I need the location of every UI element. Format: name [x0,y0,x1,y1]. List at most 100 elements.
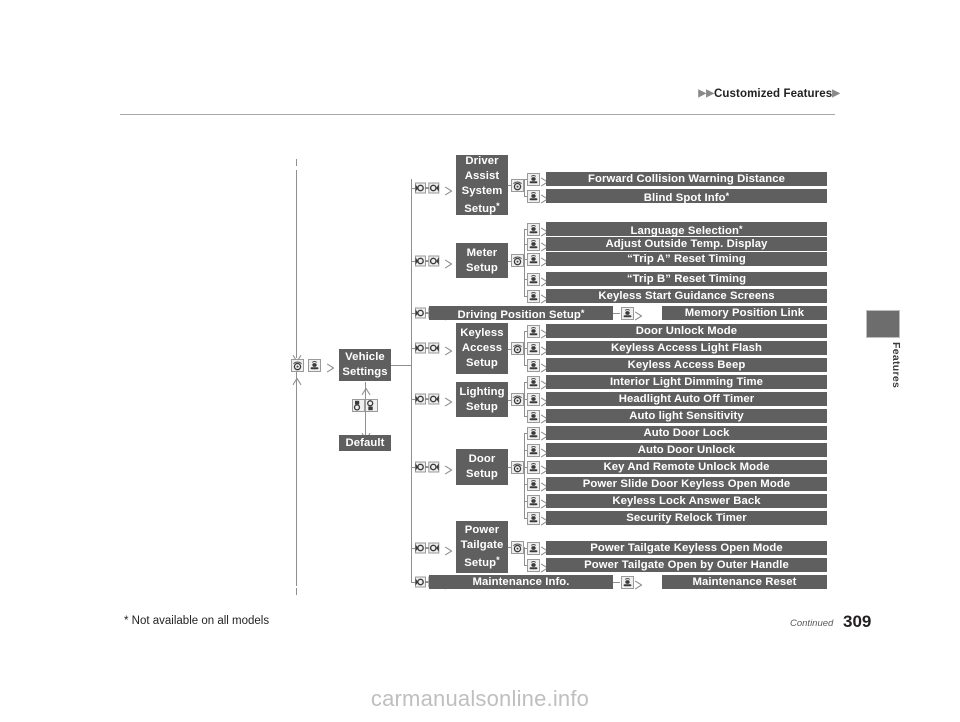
option-bar-label: Door Unlock Mode [635,325,738,337]
setting-mode-cluster-icon[interactable] [415,541,445,555]
header-triangle-icon-2: ▶ [706,88,714,99]
manual-page: ▶▶Customized Features▶ Features Vehicle S… [0,0,960,722]
dial-knob-icon[interactable] [510,393,524,406]
keyless-access-setup-item-bar[interactable]: Keyless Access Beep [546,358,827,372]
section-tab-label: Features [890,342,902,389]
option-bar-label: Key And Remote Unlock Mode [603,461,770,473]
meter-setup-item-bar[interactable]: Language Selection* [546,222,827,237]
option-bar-label: Forward Collision Warning Distance [588,173,785,185]
keyless-access-setup-item-bar[interactable]: Keyless Access Light Flash [546,341,827,355]
setting-mode-cluster-icon[interactable] [415,460,445,474]
driving-position-setup-child-bar[interactable]: Memory Position Link [662,306,827,320]
arrow-right-icon [444,256,453,269]
keyless-access-setup-item-bar[interactable]: Door Unlock Mode [546,324,827,338]
driver-assist-system-setup-item-bar[interactable]: Blind Spot Info* [546,189,827,204]
press-button-icon[interactable] [526,477,540,491]
meter-setup-item-bar[interactable]: “Trip A” Reset Timing [546,252,827,266]
door-setup-item-bar[interactable]: Power Slide Door Keyless Open Mode [546,477,827,491]
press-button-icon[interactable] [526,172,540,186]
door-setup-item-bar[interactable]: Auto Door Lock [546,426,827,440]
press-button-icon[interactable] [526,409,540,423]
asterisk-marker: * [496,555,500,565]
press-button-icon[interactable] [526,272,540,286]
lighting-setup-node[interactable]: Lighting Setup [456,382,508,417]
press-button-icon[interactable] [526,494,540,508]
lighting-setup-item-bar[interactable]: Headlight Auto Off Timer [546,392,827,406]
arrow-right-icon [326,360,335,373]
option-bar-label: Blind Spot Info [643,192,726,204]
press-button-icon[interactable] [526,324,540,338]
selector-knob-icon-right[interactable] [365,398,378,412]
meter-setup-node[interactable]: Meter Setup [456,243,508,278]
door-setup-item-bar[interactable]: Key And Remote Unlock Mode [546,460,827,474]
power-tailgate-setup-item-bar[interactable]: Power Tailgate Keyless Open Mode [546,541,827,555]
power-tailgate-setup-node[interactable]: Power Tailgate Setup* [456,521,508,573]
dial-knob-icon[interactable] [510,460,524,474]
press-button-icon[interactable] [526,460,540,474]
press-button-icon[interactable] [526,222,540,236]
option-bar-label: “Trip A” Reset Timing [627,253,746,265]
driver-assist-system-setup-node[interactable]: Driver Assist System Setup* [456,155,508,215]
continued-label: Continued [790,618,834,629]
maintenance-info-bar[interactable]: Maintenance Info. [429,575,613,589]
vehicle-settings-node[interactable]: Vehicle Settings [339,349,391,381]
press-button-icon[interactable] [620,575,634,589]
press-button-icon[interactable] [526,558,540,572]
dial-knob-icon[interactable] [510,342,524,355]
setting-mode-cluster-icon[interactable] [415,341,445,355]
selector-knob-icon-left[interactable] [351,398,365,412]
press-button-icon[interactable] [526,289,540,303]
option-bar-label: Power Tailgate Keyless Open Mode [590,542,783,554]
press-button-icon[interactable] [526,443,540,457]
meter-setup-item-bar[interactable]: Keyless Start Guidance Screens [546,289,827,303]
dial-knob-icon[interactable] [290,358,304,372]
dial-knob-icon[interactable] [510,254,524,267]
door-setup-item-bar[interactable]: Keyless Lock Answer Back [546,494,827,508]
press-button-icon[interactable] [526,341,540,355]
press-button-icon[interactable] [526,511,540,525]
node-label-line: Setup [466,468,498,480]
option-bar-label: Memory Position Link [684,307,805,319]
node-label-line: System [461,184,503,197]
door-setup-item-bar[interactable]: Auto Door Unlock [546,443,827,457]
power-tailgate-setup-item-bar[interactable]: Power Tailgate Open by Outer Handle [546,558,827,572]
press-button-icon[interactable] [526,375,540,389]
node-label-line: Keyless [460,327,504,339]
header-triangle-icon-3: ▶ [832,88,840,99]
maintenance-info-child-bar[interactable]: Maintenance Reset [662,575,827,589]
press-button-icon[interactable] [526,189,540,203]
driving-position-setup-bar[interactable]: Driving Position Setup* [429,306,613,321]
node-label-line: Default [345,436,385,449]
setting-mode-cluster-icon[interactable] [415,392,445,406]
driver-assist-system-setup-item-bar[interactable]: Forward Collision Warning Distance [546,172,827,186]
setting-mode-cluster-icon[interactable] [415,181,445,195]
meter-setup-item-bar[interactable]: “Trip B” Reset Timing [546,272,827,286]
press-button-icon[interactable] [526,541,540,555]
meter-setup-item-bar[interactable]: Adjust Outside Temp. Display [546,237,827,251]
arrow-right-icon [634,308,643,321]
option-bar-label: Keyless Start Guidance Screens [598,290,775,302]
header-rule [120,114,835,115]
option-bar-label: Driving Position Setup [457,309,581,321]
footnote: * Not available on all models [124,615,270,627]
press-button-icon[interactable] [526,392,540,406]
press-button-icon[interactable] [620,306,634,320]
press-button-icon[interactable] [526,358,540,372]
arrow-right-icon [444,183,453,195]
keyless-access-setup-node[interactable]: Keyless Access Setup [456,323,508,374]
option-bar-label: Interior Light Dimming Time [609,376,764,388]
dial-knob-icon[interactable] [510,178,524,192]
dial-knob-icon[interactable] [510,540,524,554]
press-button-icon[interactable] [526,237,540,251]
option-bar-label: Keyless Access Beep [627,359,746,371]
door-setup-item-bar[interactable]: Security Relock Timer [546,511,827,525]
lighting-setup-item-bar[interactable]: Auto light Sensitivity [546,409,827,423]
setting-mode-cluster-icon[interactable] [415,254,445,268]
node-label-line: Setup* [464,555,500,569]
press-button-icon[interactable] [526,426,540,440]
door-setup-node[interactable]: Door Setup [456,449,508,485]
default-node[interactable]: Default [339,435,391,451]
press-button-icon[interactable] [526,252,540,266]
lighting-setup-item-bar[interactable]: Interior Light Dimming Time [546,375,827,389]
press-button-icon[interactable] [307,358,321,372]
